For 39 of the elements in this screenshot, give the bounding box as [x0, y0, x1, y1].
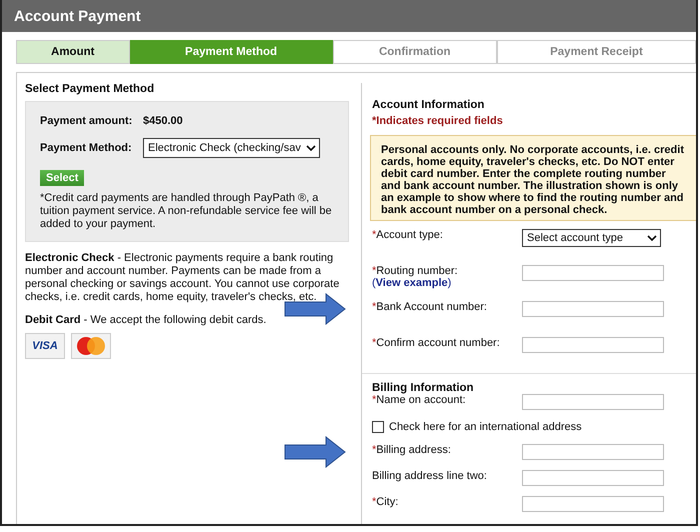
visa-card-icon: VISA — [25, 333, 65, 359]
input-field[interactable] — [522, 470, 664, 486]
step-tab[interactable]: Payment Receipt — [496, 40, 696, 64]
field-label: Payment Method: — [40, 142, 133, 154]
window-title: Account Payment — [14, 8, 141, 24]
view-example-link[interactable]: (View example) — [372, 277, 522, 289]
amount-value: $450.00 — [143, 115, 183, 127]
field-label: *City: — [372, 496, 400, 508]
field-label: Payment amount: — [40, 115, 134, 127]
chevron-down-icon — [306, 145, 316, 151]
input-field[interactable] — [522, 496, 664, 512]
input-field[interactable] — [522, 265, 664, 281]
field-label: Billing address line two: — [372, 470, 488, 482]
section-heading: Select Payment Method — [25, 83, 156, 95]
checkbox[interactable] — [372, 421, 384, 433]
debit-card-text: Debit Card - We accept the following debit cards. — [25, 314, 268, 327]
input-field[interactable] — [522, 337, 664, 353]
fee-note: *Credit card payments are handled through PayPath ®, a tuition payment service. A non-refundable service fee will be added to your payment. — [40, 192, 333, 231]
mastercard-icon — [71, 333, 111, 359]
checkbox-label: Check here for an international address — [389, 421, 582, 433]
step-tab[interactable]: Amount — [16, 40, 130, 64]
field-label: *Confirm account number: — [372, 337, 501, 349]
account-type-dropdown[interactable]: Select account type — [522, 229, 661, 247]
input-field[interactable] — [522, 444, 664, 460]
payment-method-dropdown[interactable]: Electronic Check (checking/sav — [143, 138, 320, 158]
field-label: *Billing address: — [372, 444, 452, 456]
input-field[interactable] — [522, 394, 664, 410]
field-label: *Routing number: — [372, 265, 459, 277]
section-heading: Billing Information — [372, 382, 475, 394]
field-label: *Account type: — [372, 229, 444, 241]
field-label: *Bank Account number: — [372, 301, 488, 313]
field-label: *Name on account: — [372, 394, 467, 406]
step-tab[interactable]: Confirmation — [332, 40, 497, 64]
electronic-check-text: Electronic Check - Electronic payments require a bank routing number and account number. Payments can be made from a personal checking or savings account. You cannot use corporate checks, i.e. credit cards, home equity, traveler's checks, etc. — [25, 252, 340, 304]
section-heading: Account Information — [372, 99, 486, 111]
notice-text: Personal accounts only. No corporate accounts, i.e. credit cards, home equity, traveler's checks, etc. Do NOT enter debit card number. Enter the complete routing number and bank account number. The illustration shown is only an example to show where to find the routing number and bank account number on a personal check. — [381, 144, 685, 216]
required-note: *Indicates required fields — [372, 115, 504, 127]
input-field[interactable] — [522, 301, 664, 317]
chevron-down-icon — [647, 235, 657, 241]
